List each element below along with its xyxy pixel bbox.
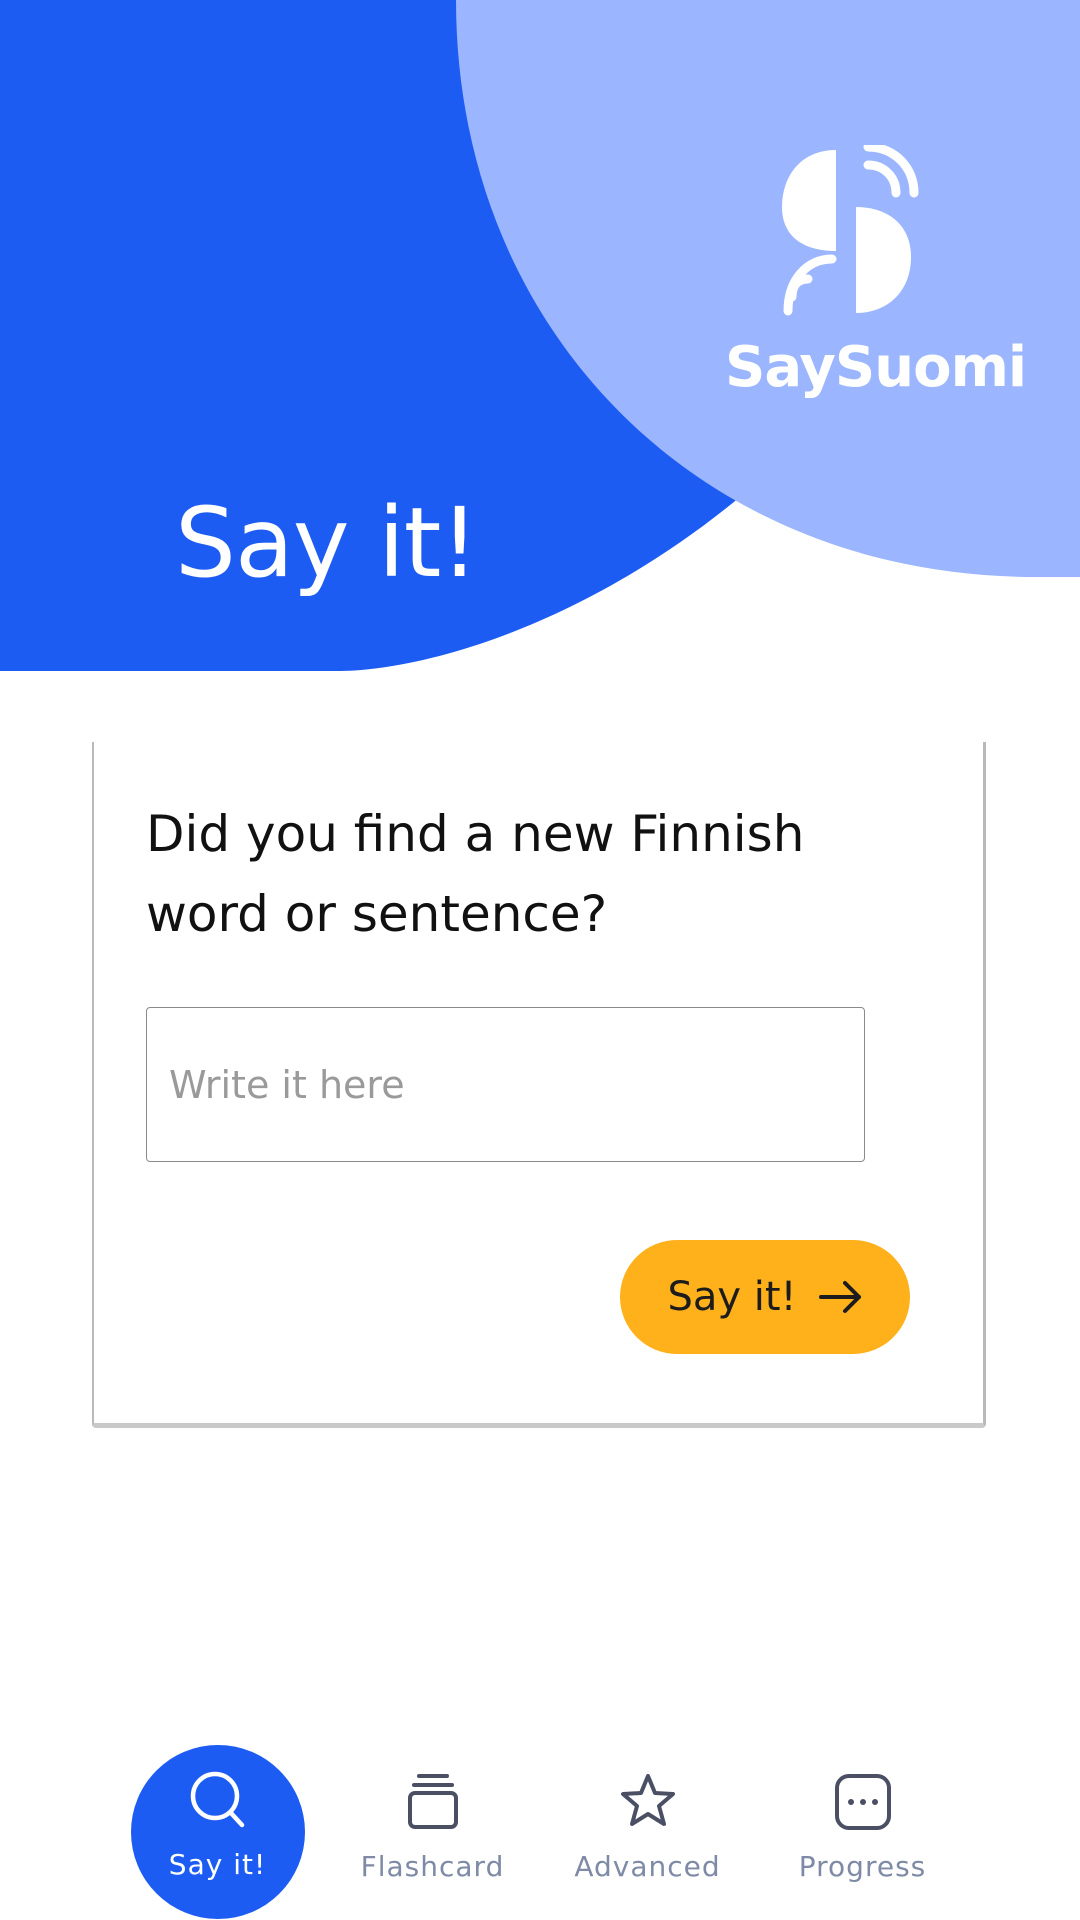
nav-item-flashcard[interactable]: Flashcard	[345, 1720, 520, 1920]
header: Say it! SaySuomi	[0, 0, 1080, 700]
nav-label: Flashcard	[360, 1850, 505, 1883]
new-word-card: Did you find a new Finnish word or sente…	[92, 742, 986, 1428]
arrow-right-icon	[818, 1280, 863, 1314]
page-title: Say it!	[175, 487, 479, 599]
nav-label: Say it!	[168, 1848, 267, 1881]
star-icon	[616, 1770, 680, 1834]
chat-dots-icon	[831, 1770, 895, 1834]
flashcard-stack-icon	[401, 1770, 465, 1834]
search-icon	[186, 1768, 250, 1832]
nav-label: Advanced	[574, 1850, 721, 1883]
say-it-button-label: Say it!	[667, 1274, 797, 1320]
bottom-nav: Say it! Flashcard Advanced Progress	[0, 1720, 1080, 1920]
word-input[interactable]	[146, 1007, 865, 1162]
say-it-button[interactable]: Say it!	[620, 1240, 910, 1354]
nav-item-advanced[interactable]: Advanced	[560, 1720, 735, 1920]
nav-label: Progress	[798, 1850, 927, 1883]
card-prompt: Did you find a new Finnish word or sente…	[146, 805, 805, 943]
nav-item-say-it[interactable]: Say it!	[130, 1720, 305, 1920]
brand-name: SaySuomi	[725, 335, 1027, 400]
saysuomi-logo-icon	[780, 142, 920, 320]
nav-item-progress[interactable]: Progress	[775, 1720, 950, 1920]
